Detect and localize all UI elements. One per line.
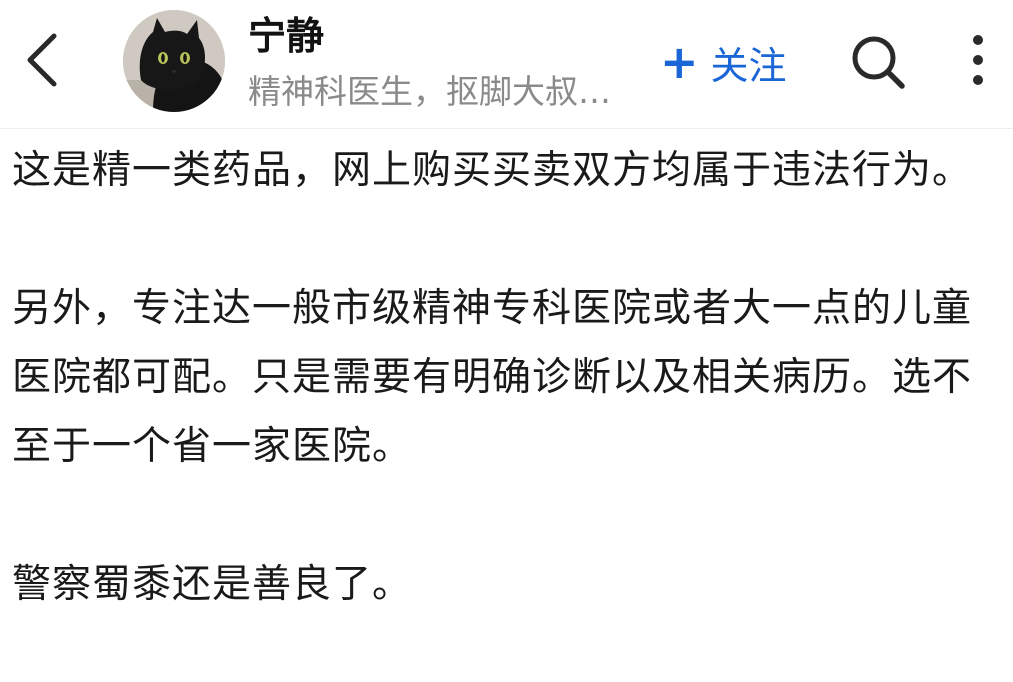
author-avatar[interactable] [123,10,225,112]
answer-content: 这是精一类药品，网上购买买卖双方均属于违法行为。 另外，专注达一般市级精神专科医… [12,136,1007,619]
top-bar: 宁静 精神科医生，抠脚大叔… + 关注 [0,0,1013,129]
more-vertical-icon [973,35,983,85]
author-bio: 精神科医生，抠脚大叔… [248,72,611,111]
answer-paragraph: 警察蜀黍还是善良了。 [12,562,413,607]
chevron-left-icon [27,33,57,87]
answer-paragraph: 另外，专注达一般市级精神专科医院或者大一点的儿童医院都可配。只是需要有明确诊断以… [12,286,973,469]
follow-label: 关注 [710,43,787,88]
more-button[interactable] [958,28,998,96]
author-name[interactable]: 宁静 [248,12,324,60]
back-button[interactable] [14,28,70,92]
search-icon [852,36,905,89]
plus-icon: + [660,35,699,89]
answer-paragraph: 这是精一类药品，网上购买买卖双方均属于违法行为。 [12,148,973,193]
search-button[interactable] [848,32,908,92]
follow-button[interactable]: + 关注 [660,36,787,88]
